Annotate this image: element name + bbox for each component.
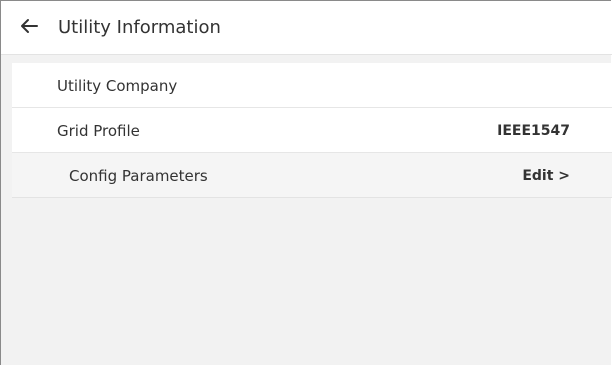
utility-company-row[interactable]: Utility Company: [12, 63, 612, 108]
grid-profile-label: Grid Profile: [57, 122, 140, 140]
page-title: Utility Information: [58, 17, 221, 38]
settings-list: Utility Company Grid Profile IEEE1547 Co…: [12, 63, 612, 198]
config-parameters-label: Config Parameters: [69, 167, 208, 185]
grid-profile-row[interactable]: Grid Profile IEEE1547: [12, 108, 612, 153]
app-window: Utility Information Utility Company Grid…: [0, 0, 612, 365]
top-bar: Utility Information: [1, 1, 612, 55]
grid-profile-value: IEEE1547: [497, 123, 570, 139]
arrow-left-icon: [21, 19, 38, 33]
edit-link[interactable]: Edit >: [522, 166, 570, 186]
utility-company-label: Utility Company: [57, 77, 178, 95]
back-button[interactable]: [17, 14, 41, 38]
config-parameters-row[interactable]: Config Parameters Edit >: [12, 153, 612, 198]
